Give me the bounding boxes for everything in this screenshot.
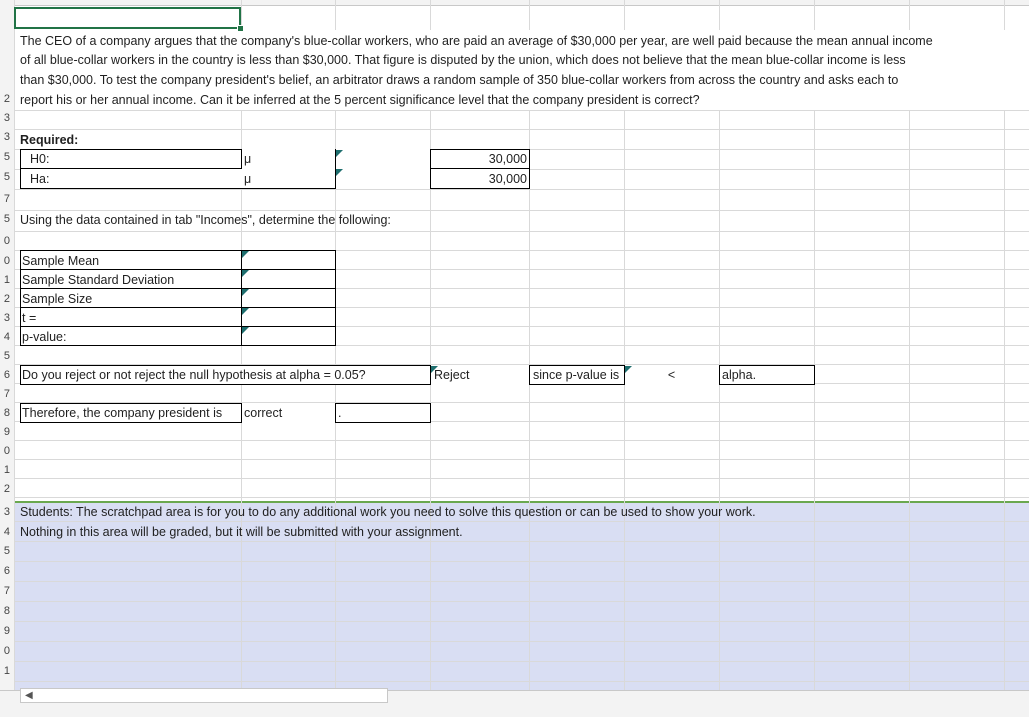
row-number: 5	[3, 350, 10, 362]
grid-hline	[14, 210, 1029, 211]
comment-marker-icon	[242, 327, 249, 334]
p-value-label: p-value:	[22, 330, 67, 344]
scratchpad-line-1: Students: The scratchpad area is for you…	[20, 505, 756, 519]
grid-hline	[14, 641, 1029, 642]
grid-hline	[14, 541, 1029, 542]
row-number: 8	[3, 605, 10, 617]
row-number: 4	[3, 526, 10, 538]
selected-cell[interactable]	[14, 7, 241, 29]
grid-hline	[14, 459, 1029, 460]
problem-line-1: The CEO of a company argues that the com…	[20, 34, 933, 48]
row-number: 5	[3, 171, 10, 183]
problem-line-2: of all blue-collar workers in the countr…	[20, 53, 906, 67]
comment-marker-icon	[625, 366, 632, 373]
grid-hline	[14, 561, 1029, 562]
scratchpad-border	[14, 501, 1029, 503]
comment-marker-icon	[242, 289, 249, 296]
row-number: 3	[3, 112, 10, 124]
decision-question: Do you reject or not reject the null hyp…	[22, 368, 366, 382]
h0-value: 30,000	[488, 152, 527, 166]
fill-handle[interactable]	[237, 25, 244, 32]
row-number: 0	[3, 445, 10, 457]
alpha-label: alpha.	[722, 368, 757, 382]
grid-hline	[14, 581, 1029, 582]
row-number: 8	[3, 407, 10, 419]
conclusion-answer[interactable]: correct	[244, 405, 282, 421]
grid-hline	[14, 440, 1029, 441]
row-number: 1	[3, 274, 10, 286]
h0-label: H0:	[30, 152, 50, 166]
row-number: 3	[3, 312, 10, 324]
h0-mu-symbol: μ	[244, 152, 252, 166]
ha-mu-symbol: μ	[244, 172, 252, 186]
scroll-left-icon[interactable]: ◀	[25, 690, 33, 701]
row-number: 3	[3, 506, 10, 518]
comment-marker-icon	[242, 251, 249, 258]
row-number: 2	[3, 93, 10, 105]
comment-marker-icon	[242, 308, 249, 315]
decision-answer[interactable]: Reject	[434, 367, 469, 383]
row-number: 7	[3, 585, 10, 597]
row-number: 7	[3, 193, 10, 205]
row-number: 0	[3, 255, 10, 267]
p-value-input[interactable]	[242, 327, 335, 345]
grid-hline	[14, 621, 1029, 622]
required-label: Required:	[20, 133, 79, 147]
row-number: 0	[3, 645, 10, 657]
sample-sd-label: Sample Standard Deviation	[22, 273, 175, 287]
grid-hline	[14, 497, 1029, 498]
h0-operator-input[interactable]	[336, 150, 430, 168]
conclusion-period: .	[338, 406, 342, 420]
comparison-operator[interactable]: <	[624, 367, 719, 383]
t-stat-input[interactable]	[242, 308, 335, 326]
row-number: 6	[3, 369, 10, 381]
horizontal-scrollbar[interactable]: ◀	[20, 688, 388, 703]
comment-marker-icon	[431, 366, 438, 373]
row-number: 5	[3, 545, 10, 557]
grid-hline	[14, 189, 1029, 190]
sample-size-input[interactable]	[242, 289, 335, 307]
ha-operator-input[interactable]	[336, 169, 430, 188]
t-stat-label: t =	[22, 311, 37, 325]
grid-hline	[14, 231, 1029, 232]
row-number: 5	[3, 151, 10, 163]
since-pvalue-label: since p-value is	[533, 368, 620, 382]
ha-value: 30,000	[488, 172, 527, 186]
row-number: 3	[3, 131, 10, 143]
row-number: 2	[3, 293, 10, 305]
grid-hline	[14, 478, 1029, 479]
sample-mean-input[interactable]	[242, 251, 335, 269]
row-number: 7	[3, 388, 10, 400]
h0-symbol-cell	[241, 149, 336, 169]
row-number: 2	[3, 483, 10, 495]
row-number: 6	[3, 565, 10, 577]
row-number: 4	[3, 331, 10, 343]
grid-hline	[14, 110, 1029, 111]
ha-label: Ha:	[30, 172, 50, 186]
problem-line-3: than $30,000. To test the company presid…	[20, 73, 899, 87]
row-number: 1	[3, 665, 10, 677]
sample-mean-label: Sample Mean	[22, 254, 100, 268]
scratchpad-line-2: Nothing in this area will be graded, but…	[20, 525, 463, 539]
row-number: 1	[3, 464, 10, 476]
grid-hline	[14, 601, 1029, 602]
grid-hline	[14, 681, 1029, 682]
comment-marker-icon	[242, 270, 249, 277]
comment-marker-icon	[336, 169, 343, 176]
conclusion-text: Therefore, the company president is	[22, 406, 223, 420]
row-number: 5	[3, 213, 10, 225]
instructions-text: Using the data contained in tab "Incomes…	[20, 213, 391, 227]
row-number: 9	[3, 426, 10, 438]
sample-sd-input[interactable]	[242, 270, 335, 288]
row-number: 9	[3, 625, 10, 637]
grid-hline	[14, 661, 1029, 662]
problem-line-4: report his or her annual income. Can it …	[20, 93, 700, 107]
grid-hline	[14, 129, 1029, 130]
sample-size-label: Sample Size	[22, 292, 93, 306]
comment-marker-icon	[336, 150, 343, 157]
row-number: 0	[3, 235, 10, 247]
column-header-bar	[0, 0, 1029, 6]
grid-hline	[14, 521, 1029, 522]
